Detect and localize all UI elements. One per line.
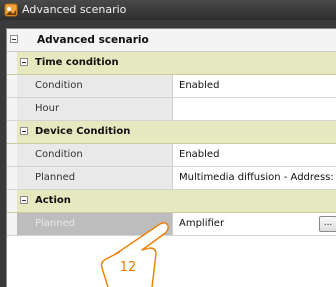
property-value[interactable]: Enabled: [179, 144, 219, 166]
section-label: Device Condition: [35, 126, 131, 137]
root-category-label: Advanced scenario: [37, 34, 149, 46]
property-name: Planned: [35, 218, 76, 229]
row-gutter: [7, 144, 17, 166]
row-gutter: [7, 75, 17, 97]
section-label: Time condition: [35, 57, 119, 68]
property-name-cell: Condition: [17, 75, 173, 97]
browse-button[interactable]: ...: [319, 216, 336, 232]
empty-grid-area: [7, 252, 336, 287]
property-name-cell: Planned: [17, 213, 173, 235]
property-name: Hour: [35, 103, 60, 114]
collapse-icon[interactable]: [10, 35, 18, 43]
window-title: Advanced scenario: [22, 3, 127, 16]
section-label: Action: [35, 195, 71, 206]
section-time-condition[interactable]: Time condition: [7, 52, 336, 75]
property-grid: Advanced scenario Time condition Conditi…: [7, 29, 336, 236]
property-row-planned[interactable]: Planned Multimedia diffusion - Address: …: [7, 167, 336, 190]
property-name-cell: Hour: [17, 98, 173, 120]
row-gutter: [7, 121, 17, 143]
property-name-cell: Planned: [17, 167, 173, 189]
row-gutter: [7, 167, 17, 189]
property-row-condition[interactable]: Condition Enabled: [7, 75, 336, 98]
property-row-planned-selected[interactable]: Planned Amplifier ...: [7, 213, 336, 236]
app-icon: [4, 3, 18, 17]
app-window: Advanced scenario Advanced scenario Time…: [0, 0, 336, 287]
property-name: Condition: [35, 80, 83, 91]
root-category-row[interactable]: Advanced scenario: [7, 29, 336, 52]
collapse-icon[interactable]: [20, 196, 28, 204]
collapse-icon[interactable]: [20, 58, 28, 66]
section-device-condition[interactable]: Device Condition: [7, 121, 336, 144]
callout-number: 12: [119, 260, 137, 275]
property-value[interactable]: Enabled: [179, 75, 219, 97]
title-bar[interactable]: Advanced scenario: [0, 0, 336, 20]
property-name-cell: Condition: [17, 144, 173, 166]
property-value[interactable]: Multimedia diffusion - Address: 11: [179, 167, 336, 189]
property-name: Condition: [35, 149, 83, 160]
collapse-icon[interactable]: [20, 127, 28, 135]
row-gutter: [7, 52, 17, 74]
property-value[interactable]: Amplifier: [179, 213, 224, 235]
row-gutter: [7, 98, 17, 120]
section-action[interactable]: Action: [7, 190, 336, 213]
row-gutter: [7, 213, 17, 235]
property-row-condition[interactable]: Condition Enabled: [7, 144, 336, 167]
property-row-hour[interactable]: Hour: [7, 98, 336, 121]
property-grid-panel: Advanced scenario Time condition Conditi…: [6, 28, 336, 287]
row-gutter: [7, 190, 17, 212]
property-name: Planned: [35, 172, 76, 183]
